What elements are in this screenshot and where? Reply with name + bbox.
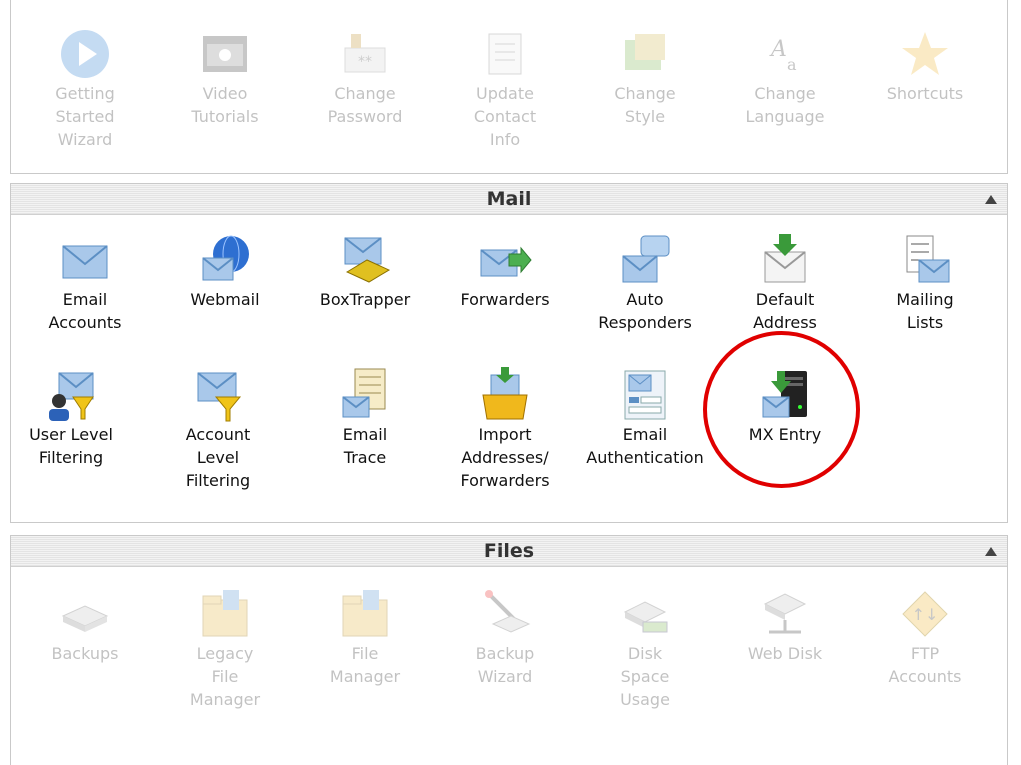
files-header[interactable]: Files [11, 536, 1007, 567]
webmail-link[interactable]: Webmail [157, 232, 293, 311]
default-address-link[interactable]: Default Address [717, 232, 853, 334]
auth-envelope-icon [617, 367, 673, 423]
mail-panel: Mail Email Accounts Webmail BoxTrapper F… [10, 183, 1008, 523]
highlight-circle [703, 331, 860, 488]
file-manager-link[interactable]: File Manager [297, 586, 433, 688]
disk-space-usage-link[interactable]: Disk Space Usage [577, 586, 713, 711]
collapse-arrow-icon[interactable] [985, 547, 997, 556]
globe-envelope-icon [197, 232, 253, 288]
user-filter-icon [43, 367, 99, 423]
change-style-link[interactable]: Change Style [577, 26, 713, 128]
video-icon [197, 26, 253, 82]
svg-text:**: ** [358, 54, 372, 70]
backup-wizard-link[interactable]: Backup Wizard [437, 586, 573, 688]
auto-responders-link[interactable]: Auto Responders [577, 232, 713, 334]
filter-envelope-icon [190, 367, 246, 423]
files-panel: Files Backups Legacy File Manager File M… [10, 535, 1008, 765]
envelope-icon [57, 232, 113, 288]
video-tutorials-link[interactable]: Video Tutorials [157, 26, 293, 128]
svg-text:↑↓: ↑↓ [912, 605, 939, 624]
trace-document-icon [337, 367, 393, 423]
getting-started-wizard-link[interactable]: Getting Started Wizard [17, 26, 153, 151]
contact-icon [477, 26, 533, 82]
update-contact-info-link[interactable]: Update Contact Info [437, 26, 573, 151]
svg-text:a: a [787, 55, 797, 74]
forward-envelope-icon [477, 232, 533, 288]
import-addresses-forwarders-link[interactable]: Import Addresses/ Forwarders [437, 367, 573, 492]
trap-envelope-icon [337, 232, 393, 288]
list-envelope-icon [897, 232, 953, 288]
disk-usage-icon [617, 586, 673, 642]
files-title: Files [483, 540, 535, 562]
email-authentication-link[interactable]: Email Authentication [577, 367, 713, 469]
legacy-file-manager-link[interactable]: Legacy File Manager [157, 586, 293, 711]
mailing-lists-link[interactable]: Mailing Lists [857, 232, 993, 334]
import-box-icon [477, 367, 533, 423]
svg-text:A: A [769, 37, 787, 62]
forwarders-link[interactable]: Forwarders [437, 232, 573, 311]
email-accounts-link[interactable]: Email Accounts [17, 232, 153, 334]
boxtrapper-link[interactable]: BoxTrapper [297, 232, 433, 311]
shortcuts-link[interactable]: Shortcuts [857, 26, 993, 105]
download-envelope-icon [757, 232, 813, 288]
collapse-arrow-icon[interactable] [985, 195, 997, 204]
style-icon [617, 26, 673, 82]
wand-disk-icon [477, 586, 533, 642]
preferences-panel: Getting Started Wizard Video Tutorials *… [10, 0, 1008, 174]
language-icon: Aa [757, 26, 813, 82]
star-icon [897, 26, 953, 82]
password-icon: ** [337, 26, 393, 82]
folder-icon [337, 586, 393, 642]
web-disk-link[interactable]: Web Disk [717, 586, 853, 665]
play-icon [57, 26, 113, 82]
mail-title: Mail [486, 188, 532, 210]
disk-icon [57, 586, 113, 642]
change-password-link[interactable]: ** Change Password [297, 26, 433, 128]
network-disk-icon [757, 586, 813, 642]
folder-icon [197, 586, 253, 642]
backups-link[interactable]: Backups [17, 586, 153, 665]
ftp-icon: ↑↓ [897, 586, 953, 642]
email-trace-link[interactable]: Email Trace [297, 367, 433, 469]
ftp-accounts-link[interactable]: ↑↓ FTP Accounts [857, 586, 993, 688]
user-level-filtering-link[interactable]: User Level Filtering [3, 367, 139, 469]
speech-envelope-icon [617, 232, 673, 288]
account-level-filtering-link[interactable]: Account Level Filtering [150, 367, 286, 492]
mail-header[interactable]: Mail [11, 184, 1007, 215]
change-language-link[interactable]: Aa Change Language [717, 26, 853, 128]
